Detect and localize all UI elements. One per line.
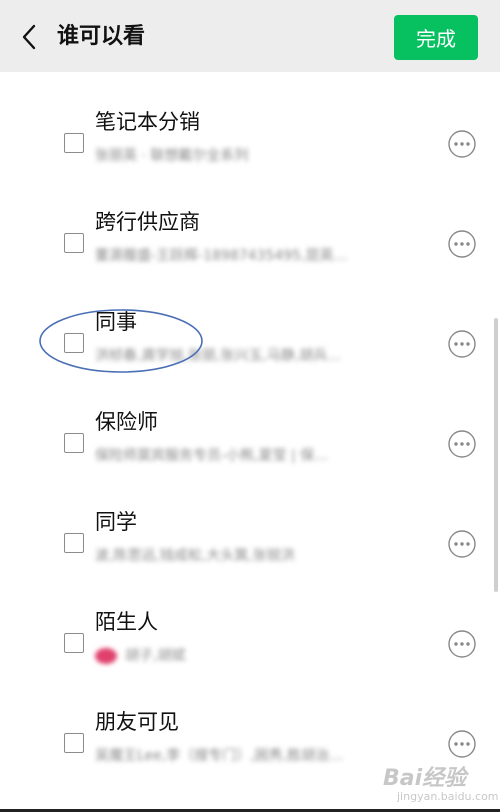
group-row[interactable]: 保险师 保险师莫宾服务专员-小熊,夏莹 | 保…: [0, 372, 500, 472]
group-name: 保险师: [95, 410, 158, 434]
more-icon[interactable]: [447, 629, 477, 659]
group-members: 胡子,胡斌: [95, 646, 425, 666]
back-button[interactable]: [12, 20, 46, 54]
nav-bar: 谁可以看 完成: [0, 0, 500, 72]
watermark-sub: jingyan.baidu.com: [397, 790, 499, 803]
group-members: 董源履盛-王跃辉-18987435495,昆英…: [95, 248, 348, 264]
more-icon[interactable]: [447, 329, 477, 359]
group-checkbox[interactable]: [64, 233, 84, 253]
group-checkbox[interactable]: [64, 433, 84, 453]
group-row[interactable]: 笔记本分销 张丽英 · 联想戴尔全系列: [0, 72, 500, 172]
chevron-left-icon: [22, 24, 36, 50]
more-icon[interactable]: [447, 729, 477, 759]
group-members: 张丽英 · 联想戴尔全系列: [95, 148, 249, 164]
done-button[interactable]: 完成: [394, 15, 478, 60]
group-checkbox[interactable]: [64, 533, 84, 553]
group-members-text: 胡子,胡斌: [125, 648, 186, 664]
group-name: 同学: [95, 510, 137, 534]
group-row[interactable]: 同学 波,陈思远,钱成松,大头箕,张锐洪: [0, 472, 500, 572]
lips-avatar-icon: [95, 648, 117, 664]
group-row[interactable]: 陌生人 胡子,胡斌: [0, 572, 500, 672]
page-title: 谁可以看: [57, 24, 146, 49]
group-name: 朋友可见: [95, 710, 179, 734]
group-row[interactable]: 跨行供应商 董源履盛-王跃辉-18987435495,昆英…: [0, 172, 500, 272]
group-members: 保险师莫宾服务专员-小熊,夏莹 | 保…: [95, 448, 329, 464]
watermark-main: Bai经验: [383, 766, 467, 791]
group-name: 陌生人: [95, 610, 158, 634]
watermark-logo: Bai经验 jingyan.baidu.com: [383, 760, 499, 808]
more-icon[interactable]: [447, 129, 477, 159]
group-checkbox[interactable]: [64, 133, 84, 153]
group-members: 波,陈思远,钱成松,大头箕,张锐洪: [95, 548, 295, 564]
group-members: 吴魔王Lee,李〔搜专门〕,困秀,胜胡治…: [95, 748, 344, 764]
group-checkbox[interactable]: [64, 733, 84, 753]
annotation-ellipse: [39, 309, 203, 373]
more-icon[interactable]: [447, 429, 477, 459]
group-checkbox[interactable]: [64, 633, 84, 653]
scrollbar[interactable]: [494, 318, 498, 592]
more-icon[interactable]: [447, 529, 477, 559]
group-list: 笔记本分销 张丽英 · 联想戴尔全系列 跨行供应商 董源履盛-王跃辉-18987…: [0, 72, 500, 772]
group-name: 跨行供应商: [95, 210, 200, 234]
group-name: 笔记本分销: [95, 110, 200, 134]
more-icon[interactable]: [447, 229, 477, 259]
group-row[interactable]: 朋友可见 吴魔王Lee,李〔搜专门〕,困秀,胜胡治…: [0, 672, 500, 772]
